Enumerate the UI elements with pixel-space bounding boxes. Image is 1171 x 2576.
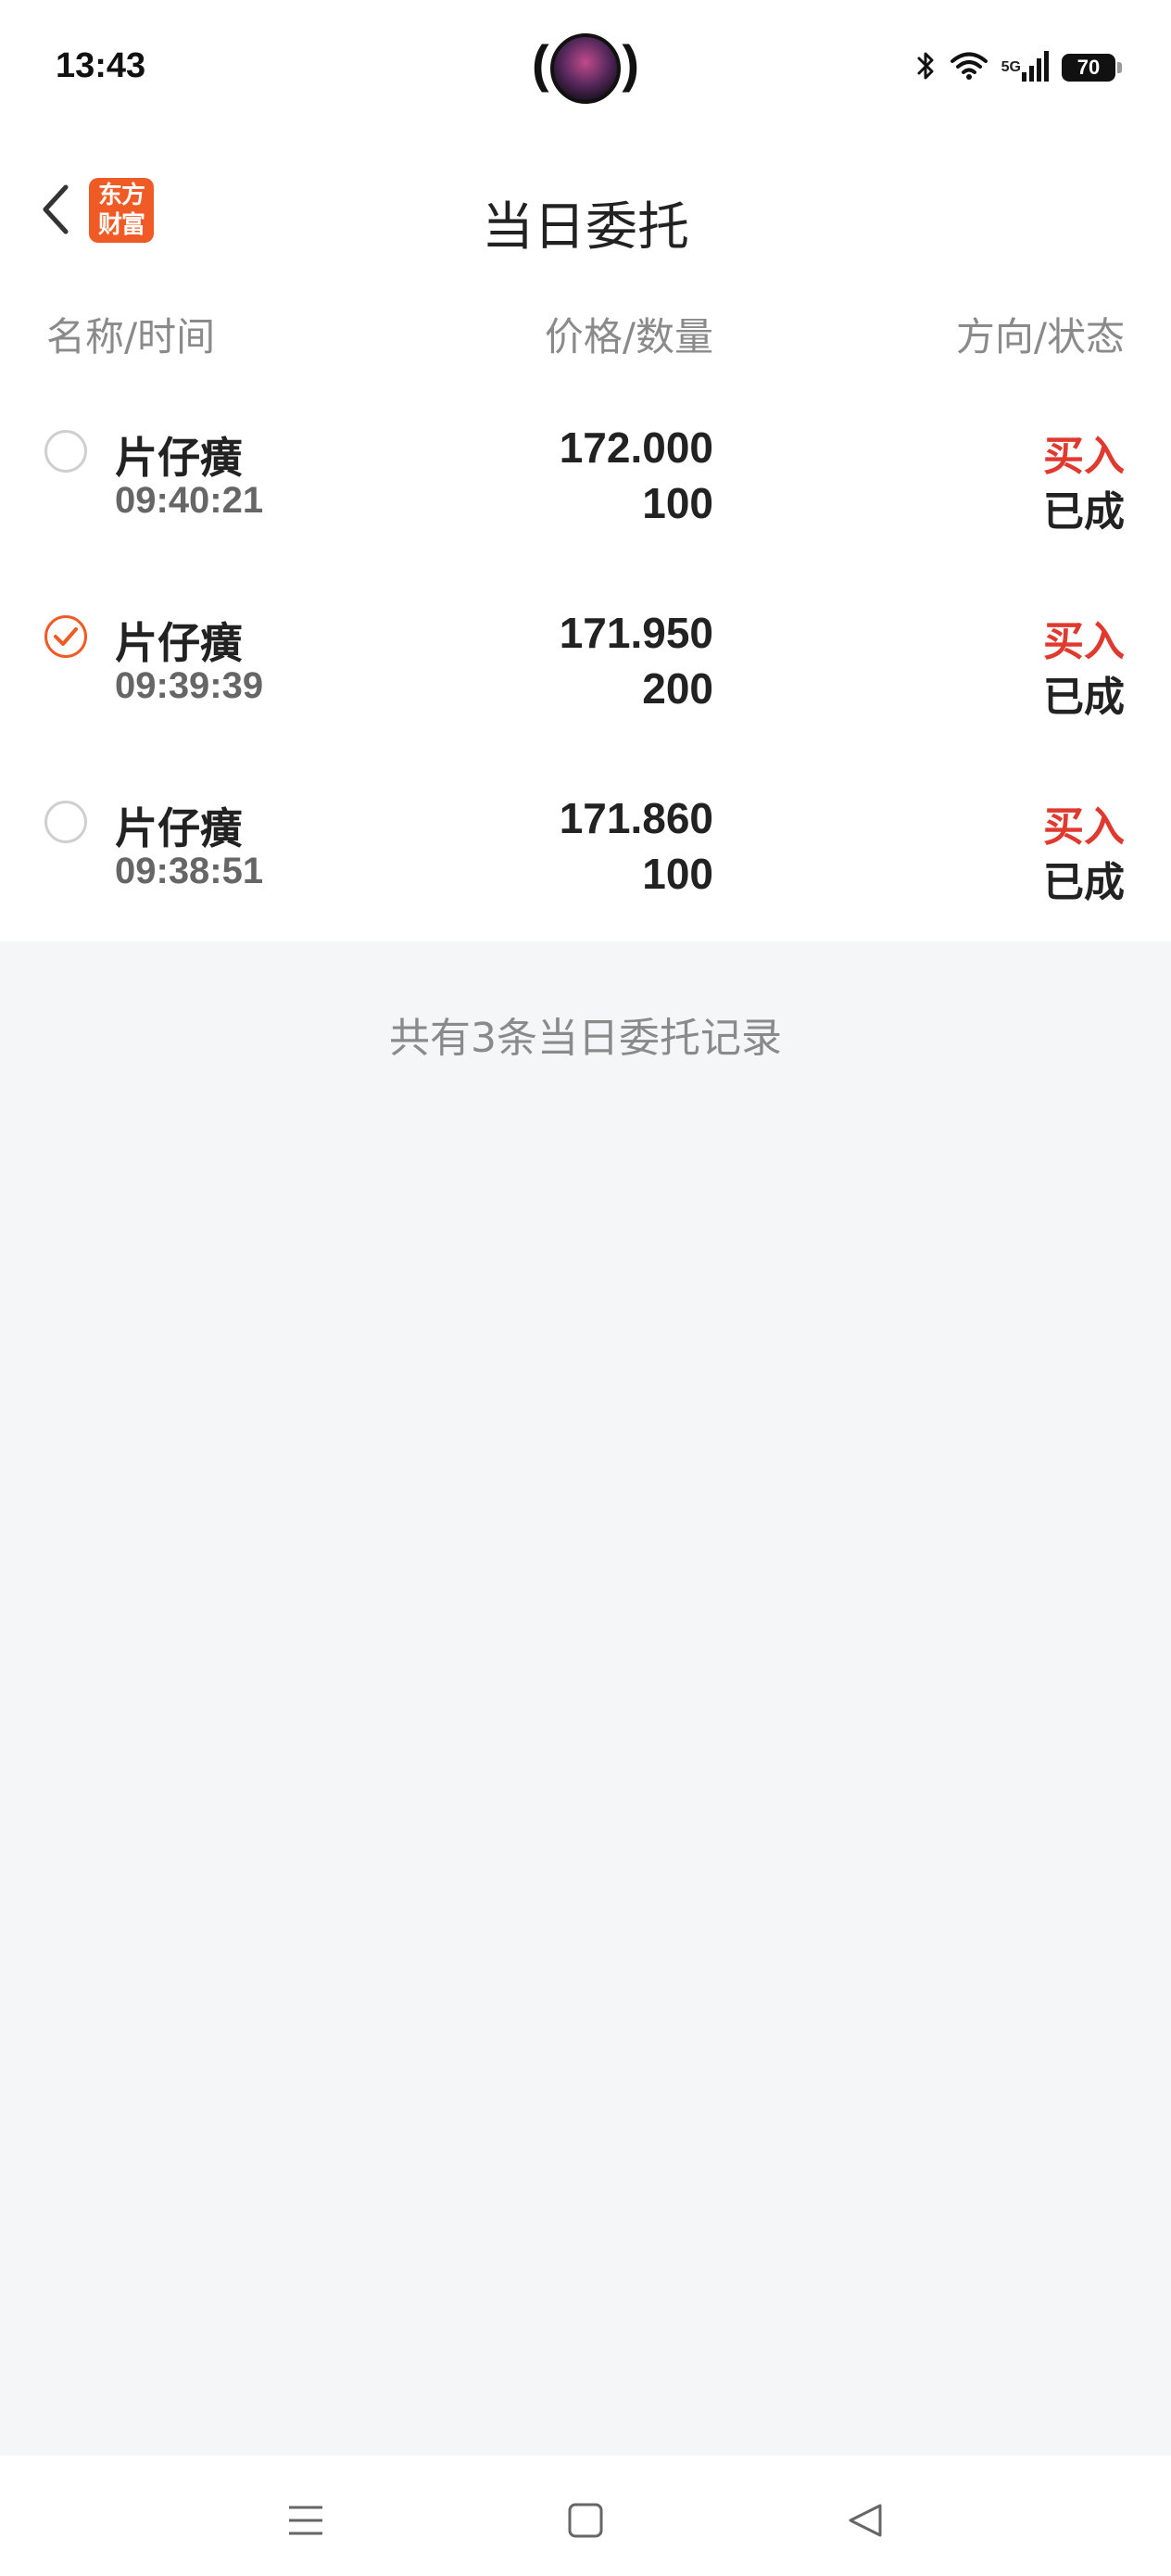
bluetooth-icon — [916, 50, 937, 85]
row-select-radio[interactable] — [44, 801, 87, 843]
row-select-radio[interactable] — [44, 430, 87, 473]
order-list: 片仔癀 09:40:21 172.000 100 买入 已成 片仔癀 09:39… — [0, 382, 1171, 941]
record-count-summary: 共有3条当日委托记录 — [389, 1015, 782, 1062]
square-icon — [568, 2503, 603, 2538]
order-time: 09:40:21 — [115, 480, 264, 521]
battery-icon: 70 — [1062, 54, 1122, 82]
order-direction: 买入 — [1043, 433, 1125, 480]
order-row[interactable]: 片仔癀 09:39:39 171.950 200 买入 已成 — [0, 567, 1171, 752]
signal-icon — [1021, 50, 1049, 85]
menu-icon — [289, 2506, 322, 2535]
page-header: 东方 财富 当日委托 — [0, 139, 1171, 275]
system-back-button[interactable] — [837, 2493, 893, 2548]
order-direction: 买入 — [1043, 803, 1125, 851]
order-price: 171.860 — [559, 794, 713, 842]
column-direction-status: 方向/状态 — [955, 314, 1125, 360]
status-time: 13:43 — [56, 46, 146, 85]
left-paren-icon: ( — [532, 34, 549, 93]
stock-name: 片仔癀 — [115, 433, 243, 483]
home-button[interactable] — [558, 2493, 613, 2548]
row-select-radio[interactable] — [44, 615, 87, 658]
status-bar: 13:43 ( ) 5G 70 — [0, 0, 1171, 139]
order-row[interactable]: 片仔癀 09:38:51 171.860 100 买入 已成 — [0, 752, 1171, 938]
recent-apps-button[interactable] — [278, 2493, 334, 2548]
order-status: 已成 — [1043, 674, 1125, 721]
stock-name: 片仔癀 — [115, 618, 243, 668]
order-price: 172.000 — [559, 423, 713, 472]
order-time: 09:39:39 — [115, 665, 264, 706]
order-quantity: 200 — [642, 664, 713, 713]
avatar — [550, 33, 621, 104]
status-icons: 5G 70 — [916, 50, 1122, 85]
checkmark-icon — [54, 627, 78, 646]
order-direction: 买入 — [1043, 618, 1125, 665]
column-price-qty: 价格/数量 — [544, 314, 713, 360]
order-status: 已成 — [1043, 488, 1125, 536]
order-status: 已成 — [1043, 859, 1125, 906]
wifi-icon — [950, 51, 988, 84]
order-quantity: 100 — [642, 850, 713, 898]
stock-name: 片仔癀 — [115, 803, 243, 853]
system-navigation-bar — [0, 2456, 1171, 2576]
column-header: 名称/时间 价格/数量 方向/状态 — [0, 274, 1171, 383]
right-paren-icon: ) — [622, 34, 639, 93]
page-title: 当日委托 — [482, 197, 689, 258]
order-row[interactable]: 片仔癀 09:40:21 172.000 100 买入 已成 — [0, 382, 1171, 567]
network-type: 5G — [1001, 59, 1021, 75]
live-activity-indicator[interactable]: ( ) — [526, 32, 645, 106]
triangle-back-icon — [849, 2504, 882, 2537]
order-time: 09:38:51 — [115, 851, 264, 891]
order-price: 171.950 — [559, 609, 713, 657]
column-name-time: 名称/时间 — [46, 314, 216, 360]
order-quantity: 100 — [642, 479, 713, 527]
